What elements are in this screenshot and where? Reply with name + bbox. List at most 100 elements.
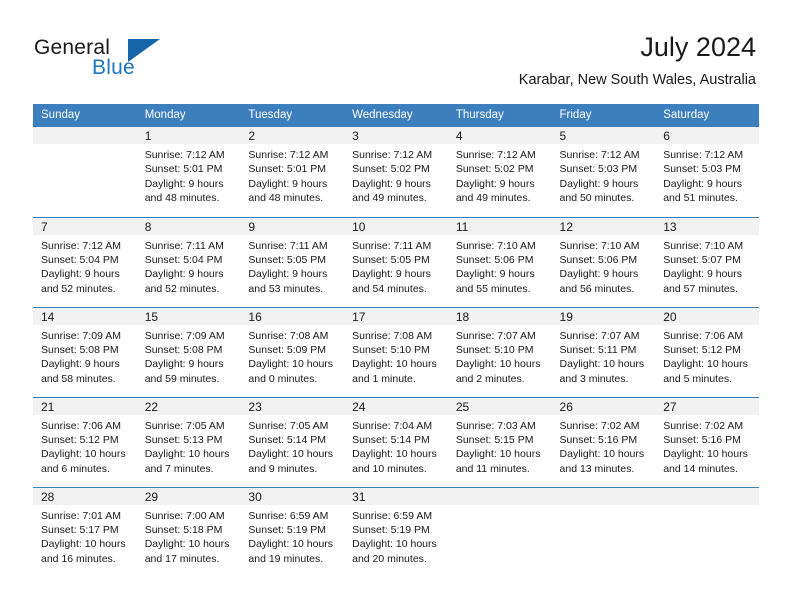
day-number: 20 bbox=[655, 307, 759, 325]
day-cell[interactable]: 13 Sunrise: 7:10 AM Sunset: 5:07 PM Dayl… bbox=[655, 216, 759, 307]
sunrise-text: Sunrise: 7:07 AM bbox=[455, 329, 536, 342]
day-cell[interactable]: 5 Sunrise: 7:12 AM Sunset: 5:03 PM Dayli… bbox=[551, 127, 656, 217]
daylight-text-line2: and 7 minutes. bbox=[144, 462, 214, 475]
day-cell[interactable]: 30 Sunrise: 6:59 AM Sunset: 5:19 PM Dayl… bbox=[240, 486, 345, 577]
daylight-text-line1: Daylight: 9 hours bbox=[144, 358, 224, 371]
sunset-text: Sunset: 5:19 PM bbox=[248, 523, 327, 536]
day-cell[interactable]: 14 Sunrise: 7:09 AM Sunset: 5:08 PM Dayl… bbox=[33, 306, 137, 397]
day-cell[interactable] bbox=[655, 486, 759, 577]
day-cell[interactable]: 17 Sunrise: 7:08 AM Sunset: 5:10 PM Dayl… bbox=[344, 306, 448, 397]
day-cell[interactable]: 1 Sunrise: 7:12 AM Sunset: 5:01 PM Dayli… bbox=[136, 127, 241, 217]
daylight-text-line1: Daylight: 9 hours bbox=[248, 268, 328, 281]
day-details: Sunrise: 7:05 AM Sunset: 5:13 PM Dayligh… bbox=[137, 415, 241, 477]
day-cell[interactable]: 23 Sunrise: 7:05 AM Sunset: 5:14 PM Dayl… bbox=[240, 396, 345, 487]
day-details: Sunrise: 7:10 AM Sunset: 5:07 PM Dayligh… bbox=[655, 235, 759, 297]
daylight-text-line1: Daylight: 9 hours bbox=[663, 268, 743, 281]
sunset-text: Sunset: 5:01 PM bbox=[248, 163, 327, 176]
daylight-text-line1: Daylight: 10 hours bbox=[352, 448, 437, 461]
day-cell[interactable]: 6 Sunrise: 7:12 AM Sunset: 5:03 PM Dayli… bbox=[655, 127, 759, 217]
sunrise-text: Sunrise: 7:12 AM bbox=[455, 149, 536, 161]
daylight-text-line2: and 2 minutes. bbox=[455, 372, 525, 385]
day-cell[interactable] bbox=[33, 127, 137, 217]
day-cell[interactable]: 21 Sunrise: 7:06 AM Sunset: 5:12 PM Dayl… bbox=[33, 396, 137, 487]
sunrise-text: Sunrise: 7:11 AM bbox=[352, 239, 432, 252]
day-number: 31 bbox=[344, 487, 448, 505]
day-cell[interactable]: 28 Sunrise: 7:01 AM Sunset: 5:17 PM Dayl… bbox=[33, 486, 137, 577]
day-cell[interactable]: 2 Sunrise: 7:12 AM Sunset: 5:01 PM Dayli… bbox=[240, 127, 345, 217]
day-details: Sunrise: 7:04 AM Sunset: 5:14 PM Dayligh… bbox=[344, 415, 448, 477]
weekday-header-friday: Friday bbox=[551, 104, 656, 127]
day-number: 10 bbox=[344, 217, 448, 235]
sunset-text: Sunset: 5:05 PM bbox=[248, 253, 327, 266]
sunset-text: Sunset: 5:12 PM bbox=[663, 343, 741, 356]
day-number: 6 bbox=[655, 127, 759, 144]
day-cell[interactable]: 4 Sunrise: 7:12 AM Sunset: 5:02 PM Dayli… bbox=[447, 127, 552, 217]
day-cell[interactable] bbox=[551, 486, 656, 577]
day-details: Sunrise: 7:12 AM Sunset: 5:01 PM Dayligh… bbox=[137, 144, 241, 206]
daylight-text-line1: Daylight: 10 hours bbox=[663, 448, 748, 461]
daylight-text-line1: Daylight: 10 hours bbox=[248, 358, 334, 371]
daylight-text-line1: Daylight: 10 hours bbox=[455, 358, 541, 371]
daylight-text-line1: Daylight: 9 hours bbox=[41, 358, 120, 371]
calendar-body: 1 Sunrise: 7:12 AM Sunset: 5:01 PM Dayli… bbox=[33, 127, 759, 577]
sunrise-text: Sunrise: 7:04 AM bbox=[352, 419, 433, 432]
daylight-text-line2: and 50 minutes. bbox=[559, 192, 635, 205]
day-details: Sunrise: 7:02 AM Sunset: 5:16 PM Dayligh… bbox=[552, 415, 656, 477]
daylight-text-line1: Daylight: 10 hours bbox=[559, 448, 645, 461]
day-details: Sunrise: 7:07 AM Sunset: 5:11 PM Dayligh… bbox=[552, 325, 656, 387]
day-cell[interactable]: 26 Sunrise: 7:02 AM Sunset: 5:16 PM Dayl… bbox=[551, 396, 656, 487]
day-number: 2 bbox=[240, 127, 345, 144]
day-number: 21 bbox=[33, 397, 137, 415]
day-cell[interactable]: 12 Sunrise: 7:10 AM Sunset: 5:06 PM Dayl… bbox=[551, 216, 656, 307]
day-details: Sunrise: 7:11 AM Sunset: 5:04 PM Dayligh… bbox=[137, 235, 241, 297]
day-cell[interactable]: 29 Sunrise: 7:00 AM Sunset: 5:18 PM Dayl… bbox=[136, 486, 241, 577]
weekday-header-wednesday: Wednesday bbox=[344, 104, 448, 127]
day-cell[interactable]: 16 Sunrise: 7:08 AM Sunset: 5:09 PM Dayl… bbox=[240, 306, 345, 397]
day-cell[interactable]: 22 Sunrise: 7:05 AM Sunset: 5:13 PM Dayl… bbox=[136, 396, 241, 487]
day-details: Sunrise: 7:09 AM Sunset: 5:08 PM Dayligh… bbox=[33, 325, 137, 387]
daylight-text-line2: and 11 minutes. bbox=[455, 462, 530, 475]
daylight-text-line2: and 56 minutes. bbox=[559, 282, 635, 295]
day-details: Sunrise: 7:02 AM Sunset: 5:16 PM Dayligh… bbox=[655, 415, 759, 477]
day-cell[interactable]: 18 Sunrise: 7:07 AM Sunset: 5:10 PM Dayl… bbox=[447, 306, 552, 397]
title-block: July 2024 Karabar, New South Wales, Aust… bbox=[519, 30, 756, 89]
day-cell[interactable]: 3 Sunrise: 7:12 AM Sunset: 5:02 PM Dayli… bbox=[344, 127, 448, 217]
day-details bbox=[448, 505, 552, 509]
day-cell[interactable]: 24 Sunrise: 7:04 AM Sunset: 5:14 PM Dayl… bbox=[344, 396, 448, 487]
day-number: 25 bbox=[447, 397, 552, 415]
page-title: July 2024 bbox=[640, 32, 756, 62]
daylight-text-line2: and 0 minutes. bbox=[248, 372, 318, 385]
day-cell[interactable]: 7 Sunrise: 7:12 AM Sunset: 5:04 PM Dayli… bbox=[33, 216, 137, 307]
day-details: Sunrise: 7:12 AM Sunset: 5:03 PM Dayligh… bbox=[655, 144, 759, 206]
day-details: Sunrise: 6:59 AM Sunset: 5:19 PM Dayligh… bbox=[240, 505, 344, 567]
day-number: 11 bbox=[447, 217, 552, 235]
day-details: Sunrise: 7:12 AM Sunset: 5:02 PM Dayligh… bbox=[344, 144, 448, 206]
day-cell[interactable]: 8 Sunrise: 7:11 AM Sunset: 5:04 PM Dayli… bbox=[136, 216, 241, 307]
sunrise-text: Sunrise: 7:01 AM bbox=[41, 509, 121, 522]
day-details: Sunrise: 7:10 AM Sunset: 5:06 PM Dayligh… bbox=[448, 235, 552, 297]
day-number: 7 bbox=[33, 217, 137, 235]
daylight-text-line1: Daylight: 9 hours bbox=[455, 268, 535, 281]
day-cell[interactable]: 20 Sunrise: 7:06 AM Sunset: 5:12 PM Dayl… bbox=[655, 306, 759, 397]
sunset-text: Sunset: 5:05 PM bbox=[352, 253, 430, 266]
sunrise-text: Sunrise: 7:12 AM bbox=[248, 149, 329, 161]
day-cell[interactable]: 19 Sunrise: 7:07 AM Sunset: 5:11 PM Dayl… bbox=[551, 306, 656, 397]
day-cell[interactable]: 31 Sunrise: 6:59 AM Sunset: 5:19 PM Dayl… bbox=[344, 486, 448, 577]
daylight-text-line1: Daylight: 10 hours bbox=[248, 448, 334, 461]
day-details: Sunrise: 7:08 AM Sunset: 5:09 PM Dayligh… bbox=[240, 325, 344, 387]
day-cell[interactable]: 27 Sunrise: 7:02 AM Sunset: 5:16 PM Dayl… bbox=[655, 396, 759, 487]
day-number: 17 bbox=[344, 307, 448, 325]
sunrise-text: Sunrise: 7:00 AM bbox=[144, 509, 225, 522]
sunset-text: Sunset: 5:09 PM bbox=[248, 343, 327, 356]
day-cell[interactable]: 10 Sunrise: 7:11 AM Sunset: 5:05 PM Dayl… bbox=[344, 216, 448, 307]
daylight-text-line1: Daylight: 10 hours bbox=[663, 358, 748, 371]
daylight-text-line1: Daylight: 9 hours bbox=[559, 177, 639, 190]
sunset-text: Sunset: 5:02 PM bbox=[455, 163, 534, 176]
daylight-text-line1: Daylight: 9 hours bbox=[144, 177, 224, 190]
day-cell[interactable]: 15 Sunrise: 7:09 AM Sunset: 5:08 PM Dayl… bbox=[136, 306, 241, 397]
day-cell[interactable] bbox=[447, 486, 552, 577]
sunset-text: Sunset: 5:11 PM bbox=[559, 343, 637, 356]
day-cell[interactable]: 25 Sunrise: 7:03 AM Sunset: 5:15 PM Dayl… bbox=[447, 396, 552, 487]
day-cell[interactable]: 9 Sunrise: 7:11 AM Sunset: 5:05 PM Dayli… bbox=[240, 216, 345, 307]
day-cell[interactable]: 11 Sunrise: 7:10 AM Sunset: 5:06 PM Dayl… bbox=[447, 216, 552, 307]
